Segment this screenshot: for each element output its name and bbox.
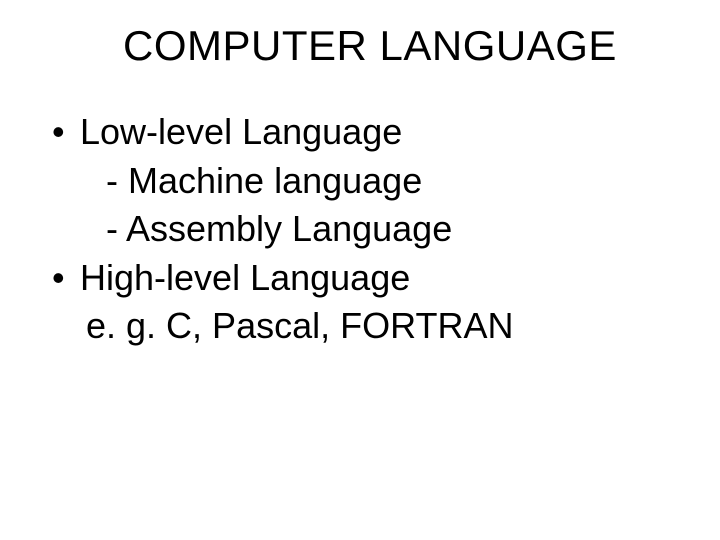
sub-item-assembly: - Assembly Language <box>50 205 680 254</box>
bullet-icon: • <box>50 108 80 157</box>
bullet-item-high-level: • High-level Language <box>50 254 680 303</box>
bullet-text: High-level Language <box>80 254 680 303</box>
slide-title: COMPUTER LANGUAGE <box>40 22 680 70</box>
slide-container: COMPUTER LANGUAGE • Low-level Language -… <box>0 0 720 540</box>
examples-line: e. g. C, Pascal, FORTRAN <box>50 302 680 351</box>
slide-content: • Low-level Language - Machine language … <box>40 108 680 351</box>
bullet-icon: • <box>50 254 80 303</box>
bullet-item-low-level: • Low-level Language <box>50 108 680 157</box>
sub-item-machine: - Machine language <box>50 157 680 206</box>
bullet-text: Low-level Language <box>80 108 680 157</box>
